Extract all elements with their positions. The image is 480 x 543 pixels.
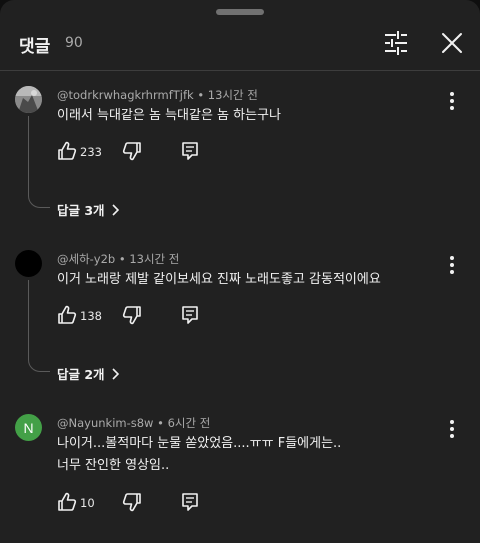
- comment-line: 이래서 늑대같은 놈 늑대같은 놈 하는구나: [57, 108, 281, 123]
- more-vertical-icon: [450, 92, 454, 110]
- comment-item: N @Nayunkim-s8w • 6시간 전 나이거...볼적마다 눈물 쏟았…: [0, 412, 480, 532]
- comments-panel: 댓글 90 @todrkrwhagkrhrmfTjfk • 13시간 전 이래서…: [0, 0, 480, 543]
- comment-author[interactable]: @세하-y2b: [57, 252, 115, 266]
- header-divider: [0, 70, 480, 71]
- page-title: 댓글: [19, 37, 51, 57]
- close-button[interactable]: [437, 28, 467, 58]
- chevron-right-icon: [111, 204, 119, 219]
- view-replies-button[interactable]: 답글 3개: [57, 200, 119, 219]
- comments-header: 댓글 90: [0, 0, 480, 70]
- reply-comment-icon: [182, 142, 198, 160]
- comment-author[interactable]: @Nayunkim-s8w: [57, 416, 153, 430]
- comment-meta: @세하-y2b • 13시간 전: [57, 251, 179, 267]
- comment-text: 이래서 늑대같은 놈 늑대같은 놈 하는구나: [57, 105, 281, 127]
- dislike-button[interactable]: [122, 491, 142, 513]
- chevron-right-icon: [111, 368, 119, 383]
- reply-button[interactable]: [180, 140, 200, 162]
- replies-label: 답글 3개: [57, 203, 105, 218]
- replies-label: 답글 2개: [57, 367, 105, 382]
- like-button[interactable]: [57, 140, 77, 162]
- like-count: 233: [80, 145, 102, 159]
- sliders-icon: [385, 31, 407, 55]
- dislike-button[interactable]: [122, 304, 142, 326]
- avatar-letter: N: [23, 419, 34, 436]
- thumbs-down-icon: [122, 142, 141, 161]
- like-button[interactable]: [57, 491, 77, 513]
- comment-item: @세하-y2b • 13시간 전 이거 노래랑 제발 같이보세요 진짜 노래도좋…: [0, 248, 480, 388]
- thumbs-up-icon: [58, 305, 77, 324]
- photo-avatar-icon: [15, 86, 42, 113]
- comment-actions: 10: [57, 491, 257, 515]
- thumbs-down-icon: [122, 306, 141, 325]
- comment-count: 90: [65, 35, 83, 51]
- comment-meta: @Nayunkim-s8w • 6시간 전: [57, 415, 210, 431]
- close-icon: [442, 33, 462, 53]
- comment-actions: 138: [57, 304, 257, 328]
- dislike-button[interactable]: [122, 140, 142, 162]
- meta-separator: •: [157, 416, 168, 430]
- comment-line: 이거 노래랑 제발 같이보세요 진짜 노래도좋고 감동적이에요: [57, 272, 381, 287]
- like-count: 10: [80, 496, 95, 510]
- comment-actions: 233: [57, 140, 257, 164]
- filter-button[interactable]: [381, 28, 411, 58]
- reply-comment-icon: [182, 306, 198, 324]
- like-count: 138: [80, 309, 102, 323]
- comment-meta: @todrkrwhagkrhrmfTjfk • 13시간 전: [57, 87, 258, 103]
- thumbs-down-icon: [122, 493, 141, 512]
- avatar[interactable]: N: [15, 414, 42, 441]
- comment-author[interactable]: @todrkrwhagkrhrmfTjfk: [57, 88, 194, 102]
- reply-button[interactable]: [180, 491, 200, 513]
- comment-line: 너무 잔인한 영상임..: [57, 458, 170, 473]
- reply-comment-icon: [182, 493, 198, 511]
- meta-separator: •: [118, 252, 130, 266]
- more-vertical-icon: [450, 256, 454, 274]
- reply-button[interactable]: [180, 304, 200, 326]
- more-vertical-icon: [450, 420, 454, 438]
- comment-time: 13시간 전: [207, 88, 258, 102]
- view-replies-button[interactable]: 답글 2개: [57, 364, 119, 383]
- comment-time: 13시간 전: [129, 252, 180, 266]
- thumbs-up-icon: [58, 492, 77, 511]
- comment-text: 이거 노래랑 제발 같이보세요 진짜 노래도좋고 감동적이에요: [57, 269, 381, 291]
- avatar[interactable]: [15, 250, 42, 277]
- comment-line: 나이거...볼적마다 눈물 쏟았었음....ㅠㅠ F들에게는..: [57, 436, 342, 451]
- more-options-button[interactable]: [444, 254, 460, 276]
- comment-text: 나이거...볼적마다 눈물 쏟았었음....ㅠㅠ F들에게는.. 너무 잔인한 …: [57, 433, 341, 477]
- thumbs-up-icon: [58, 141, 77, 160]
- comment-time: 6시간 전: [167, 416, 211, 430]
- like-button[interactable]: [57, 304, 77, 326]
- avatar[interactable]: [15, 86, 42, 113]
- meta-separator: •: [197, 88, 208, 102]
- thread-line: [28, 116, 50, 208]
- comment-item: @todrkrwhagkrhrmfTjfk • 13시간 전 이래서 늑대같은 …: [0, 84, 480, 224]
- more-options-button[interactable]: [444, 418, 460, 440]
- more-options-button[interactable]: [444, 90, 460, 112]
- thread-line: [28, 280, 50, 372]
